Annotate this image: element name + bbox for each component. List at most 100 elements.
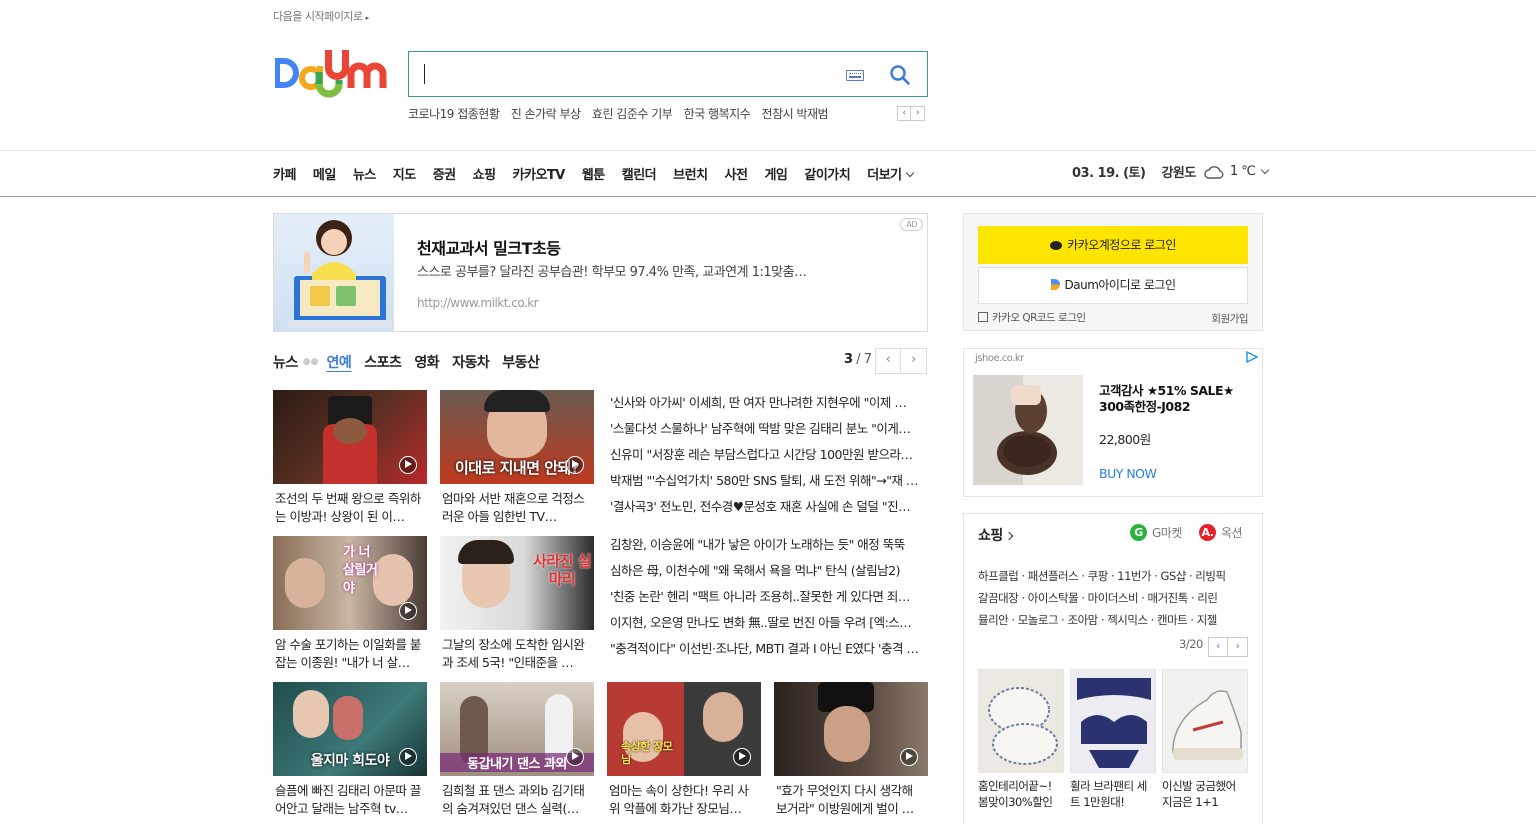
headline-link[interactable]: '스물다섯 스물하나' 남주혁에 딱밤 맞은 김태리 분노 "이게…	[610, 416, 928, 442]
rising-keyword[interactable]: 코로나19 접종현황	[408, 107, 500, 121]
news-caption: 슬픔에 빠진 김태리 아문따 끌어안고 달래는 남주혁 tv…	[275, 783, 421, 816]
product-card[interactable]: 이신발 궁금했어 지금은 1+1	[1162, 669, 1248, 810]
product-card[interactable]: 휠라 브라팬티 세트 1만원대!	[1070, 669, 1156, 810]
divider	[0, 150, 1536, 151]
shopping-page-indicator: 3/20	[1179, 637, 1203, 651]
news-caption: 김희철 표 댄스 과외b 김기태의 숨겨져있던 댄스 실력(…	[442, 783, 585, 816]
start-page-link[interactable]: 다음을 시작페이지로 ▸	[273, 8, 369, 24]
thumbnail-overlay-text: 속상한 장모님	[621, 740, 673, 766]
search-input[interactable]	[423, 60, 823, 88]
nav-item-shopping[interactable]: 쇼핑	[473, 164, 496, 183]
product-image	[973, 375, 1083, 485]
banner-ad[interactable]: 천재교과서 밀크T초등 스스로 공부를? 달라진 공부습관! 학부모 97.4%…	[273, 213, 928, 332]
news-caption: 암 수술 포기하는 이일화를 붙잡는 이종원! "내가 너 살…	[275, 637, 421, 670]
qr-login-label: 카카오 QR코드 로그인	[992, 312, 1086, 324]
tab-car[interactable]: 자동차	[452, 352, 490, 372]
tab-realestate[interactable]: 부동산	[502, 352, 540, 372]
tab-indicator-dots: ●●	[302, 357, 319, 367]
product-card[interactable]: 홈인테리어끝~! 봄맞이30%할인	[978, 669, 1064, 810]
tab-movie[interactable]: 영화	[414, 352, 439, 372]
prev-button[interactable]: ‹	[875, 348, 901, 374]
mall-link-row[interactable]: 뮬리안 · 모놀로그 · 조아맘 · 젝시믹스 · 캔마트 · 지젤	[978, 609, 1253, 631]
nav-item-kakaotv[interactable]: 카카오TV	[513, 164, 566, 183]
news-card[interactable]: 사라진 실마리 그날의 장소에 도착한 임시완과 조세 5국! "인태준을 …	[440, 536, 594, 672]
keyboard-icon[interactable]	[846, 70, 864, 81]
search-icon[interactable]	[889, 64, 911, 86]
news-card[interactable]: 울지마 희도야 슬픔에 빠진 김태리 아문따 끌어안고 달래는 남주혁 tv…	[273, 682, 427, 818]
kakao-login-button[interactable]: 카카오계정으로 로그인	[978, 226, 1248, 264]
divider	[0, 196, 1536, 197]
headline-link[interactable]: 김창완, 이승윤에 "내가 낳은 아이가 노래하는 듯" 애정 뚝뚝	[610, 532, 928, 558]
daum-login-label: Daum아이디로 로그인	[1064, 278, 1176, 292]
product-image	[1070, 669, 1156, 773]
tab-entertainment[interactable]: 연예	[326, 352, 351, 372]
daum-login-button[interactable]: Daum아이디로 로그인	[978, 267, 1248, 304]
rising-keyword[interactable]: 진 손가락 부상	[511, 107, 581, 121]
rising-keyword[interactable]: 한국 행복지수	[684, 107, 751, 121]
shopping-pager-buttons: ‹ ›	[1208, 637, 1248, 657]
nav-item-calendar[interactable]: 캘린더	[622, 164, 657, 183]
auction-logo-icon: A.	[1199, 524, 1216, 541]
headline-link[interactable]: 신유미 "서장훈 레슨 부담스럽다고 시간당 100만원 받으라…	[610, 442, 928, 468]
prev-button[interactable]: ‹	[897, 106, 911, 121]
gmarket-link[interactable]: G G마켓	[1130, 524, 1182, 541]
tab-news[interactable]: 뉴스	[273, 352, 298, 372]
tab-sports[interactable]: 스포츠	[364, 352, 402, 372]
mall-link-row[interactable]: 하프클럽 · 패션플러스 · 쿠팡 · 11번가 · GS샵 · 리빙픽	[978, 565, 1253, 587]
signup-link[interactable]: 회원가입	[1211, 311, 1248, 326]
qr-login-link[interactable]: 카카오 QR코드 로그인	[978, 310, 1086, 325]
shopping-title-link[interactable]: 쇼핑	[978, 525, 1014, 545]
news-pager: 3 / 7	[844, 352, 872, 367]
auction-link[interactable]: A. 옥션	[1199, 524, 1243, 541]
shopping-ad[interactable]: jshoe.co.kr 고객감사 ★51% SALE★ 300족한정-J082 …	[963, 348, 1263, 497]
nav-item-mail[interactable]: 메일	[313, 164, 336, 183]
nav-item-stock[interactable]: 증권	[433, 164, 456, 183]
nav-item-more[interactable]: 더보기	[867, 164, 912, 183]
headline-link[interactable]: '결사곡3' 전노민, 전수경♥문성호 재혼 사실에 손 덜덜 "진…	[610, 494, 928, 520]
headline-link[interactable]: 심하은 母, 이천수에 "왜 욱해서 욕을 먹냐" 탄식 (살림남2)	[610, 558, 928, 584]
headline-link[interactable]: '신사와 아가씨' 이세희, 딴 여자 만나려한 지현우에 "이제 …	[610, 390, 928, 416]
nav-item-map[interactable]: 지도	[393, 164, 416, 183]
nav-item-dictionary[interactable]: 사전	[725, 164, 748, 183]
daum-d-icon	[1050, 279, 1060, 290]
nav-item-webtoon[interactable]: 웹툰	[582, 164, 605, 183]
next-button[interactable]: ›	[911, 106, 925, 121]
nav-item-brunch[interactable]: 브런치	[673, 164, 708, 183]
nav-item-news[interactable]: 뉴스	[353, 164, 376, 183]
headline-link[interactable]: "충격적이다" 이선빈·조나단, MBTI 결과 I 아닌 E였다 '충격 …	[610, 636, 928, 662]
headline-link[interactable]: 박재범 "'수십억가치' 580만 SNS 탈퇴, 새 도전 위해"→"재 …	[610, 468, 928, 494]
ad-title: 천재교과서 밀크T초등	[417, 239, 561, 258]
page-total: / 7	[856, 352, 872, 367]
daum-logo[interactable]	[273, 50, 389, 98]
next-button[interactable]: ›	[901, 348, 927, 374]
news-card[interactable]: 가 너 살릴거야 암 수술 포기하는 이일화를 붙잡는 이종원! "내가 너 살…	[273, 536, 427, 672]
buy-now-link[interactable]: BUY NOW	[1099, 466, 1157, 481]
nav-item-together[interactable]: 같이가치	[804, 164, 850, 183]
news-thumbnail: 동갑내기 댄스 과외	[440, 682, 594, 776]
news-card[interactable]: 동갑내기 댄스 과외 김희철 표 댄스 과외b 김기태의 숨겨져있던 댄스 실력…	[440, 682, 594, 818]
nav-item-cafe[interactable]: 카페	[273, 164, 296, 183]
mall-link-row[interactable]: 갈끔대장 · 아이스탁몰 · 마이더스비 · 매거진톡 · 리린	[978, 587, 1253, 609]
news-thumbnail: 이대로 지내면 안돼?	[440, 390, 594, 484]
nav-item-game[interactable]: 게임	[764, 164, 787, 183]
next-button[interactable]: ›	[1228, 637, 1248, 657]
ad-description: 스스로 공부를? 달라진 공부습관! 학부모 97.4% 만족, 교과연계 1:…	[417, 265, 807, 280]
rising-keyword[interactable]: 전참시 박재범	[762, 107, 829, 121]
product-name: 고객감사 ★51% SALE★ 300족한정-J082	[1099, 383, 1234, 414]
news-card[interactable]: 속상한 장모님 엄마는 속이 상한다! 우리 사위 악플에 화가난 장모님…	[607, 682, 761, 818]
news-card[interactable]: 이대로 지내면 안돼? 엄마와 서반 재혼으로 걱정스러운 아들 임한빈 TV…	[440, 390, 594, 526]
prev-button[interactable]: ‹	[1208, 637, 1228, 657]
shopping-section: 쇼핑 G G마켓 A. 옥션 하프클럽 · 패션플러스 · 쿠팡 · 11번가 · …	[963, 513, 1263, 824]
headline-link[interactable]: 이지현, 오은영 만나도 변화 無..딸로 번진 아들 우려 [엑:스…	[610, 610, 928, 636]
news-caption: 엄마는 속이 상한다! 우리 사위 악플에 화가난 장모님…	[609, 783, 749, 816]
rising-keyword[interactable]: 효린 김준수 기부	[592, 107, 673, 121]
ad-info-icon[interactable]	[1246, 351, 1258, 363]
headline-link[interactable]: '친중 논란' 헨리 "팩트 아니라 조용히..잘못한 게 있다면 죄…	[610, 584, 928, 610]
news-card[interactable]: "효가 무엇인지 다시 생각해 보거라" 이방원에게 벌이 …	[774, 682, 928, 818]
temperature: 1 ℃	[1229, 164, 1256, 179]
news-caption: 그날의 장소에 도착한 임시완과 조세 5국! "인태준을 …	[442, 637, 585, 670]
news-card[interactable]: 조선의 두 번째 왕으로 즉위하는 이방과! 상왕이 된 이…	[273, 390, 427, 526]
kakao-login-label: 카카오계정으로 로그인	[1067, 238, 1176, 252]
weather-widget[interactable]: 03. 19. (토) 강원도 1 ℃	[1072, 162, 1270, 181]
play-icon	[900, 748, 918, 766]
